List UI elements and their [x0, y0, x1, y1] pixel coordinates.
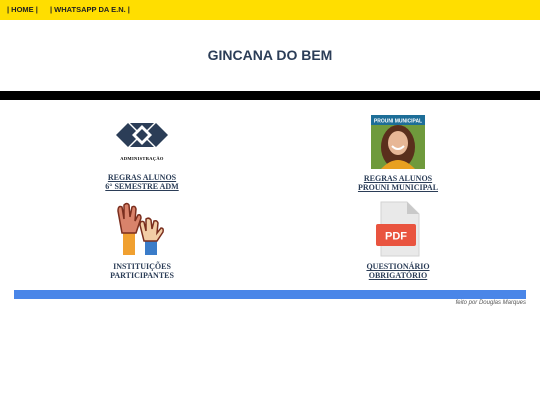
tile-regras-prouni[interactable]: PROUNI MUNICIPAL REGRAS ALUNOS PROUNI MU… — [318, 115, 478, 192]
pdf-file-icon[interactable]: PDF — [373, 201, 423, 257]
tile-questionario[interactable]: PDF QUESTIONÁRIO OBRIGATÓRIO — [318, 201, 478, 280]
tile-instituicoes[interactable]: INSTITUIÇÕES PARTICIPANTES — [62, 201, 222, 280]
nav-whatsapp-link[interactable]: | WHATSAPP DA E.N. | — [50, 5, 130, 14]
raised-hands-icon[interactable] — [112, 201, 172, 257]
page-title: GINCANA DO BEM — [207, 47, 333, 63]
tile-caption-line2[interactable]: PROUNI MUNICIPAL — [318, 183, 478, 192]
tile-regras-adm[interactable]: ADMINISTRAÇÃO REGRAS ALUNOS 6° SEMESTRE … — [62, 117, 222, 191]
administration-logo-icon[interactable]: ADMINISTRAÇÃO — [112, 117, 172, 163]
tile-caption-line2[interactable]: OBRIGATÓRIO — [318, 271, 478, 280]
tile-caption-line1[interactable]: REGRAS ALUNOS — [318, 174, 478, 183]
tile-caption-line1[interactable]: QUESTIONÁRIO — [318, 262, 478, 271]
tile-caption-line1: INSTITUIÇÕES — [113, 262, 171, 271]
top-nav-bar: | HOME | | WHATSAPP DA E.N. | — [0, 0, 540, 20]
pdf-label: PDF — [385, 231, 407, 243]
prouni-photo[interactable]: PROUNI MUNICIPAL — [371, 115, 425, 169]
divider-bar — [0, 91, 540, 100]
nav-home-link[interactable]: | HOME | — [7, 5, 38, 14]
tile-caption-line2: PARTICIPANTES — [110, 271, 174, 280]
footer-bar — [14, 290, 526, 299]
tile-caption-line2[interactable]: 6° SEMESTRE ADM — [62, 182, 222, 191]
administration-logo-text: ADMINISTRAÇÃO — [120, 156, 164, 161]
tile-caption-line1[interactable]: REGRAS ALUNOS — [62, 173, 222, 182]
footer-credit: feito por Douglas Marques — [455, 300, 526, 306]
prouni-photo-text: PROUNI MUNICIPAL — [374, 119, 422, 125]
